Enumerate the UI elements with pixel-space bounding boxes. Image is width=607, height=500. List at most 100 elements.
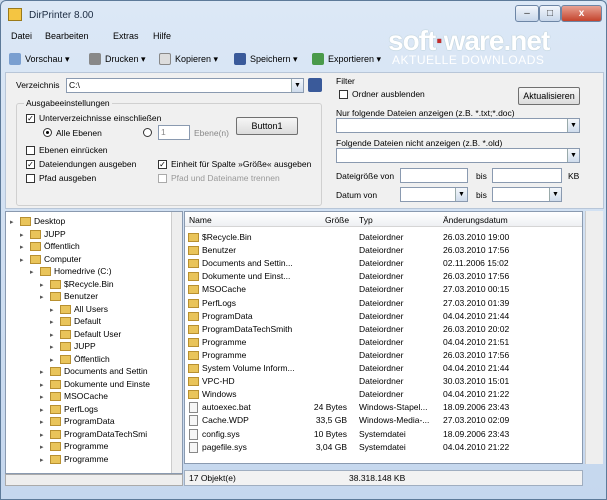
tree-node[interactable]: ▸ $Recycle.Bin xyxy=(40,278,114,290)
col-size[interactable]: Größe xyxy=(325,215,349,225)
verzeichnis-input[interactable]: C:\ ▼ xyxy=(66,78,304,93)
size-to-input[interactable] xyxy=(492,168,562,183)
tree-node[interactable]: ▸ Benutzer xyxy=(40,290,98,302)
einheit-checkbox[interactable]: ✓ xyxy=(158,160,167,169)
table-row[interactable]: Documents and Settin... Dateiordner 02.11.… xyxy=(185,257,582,270)
tree-node[interactable]: ▸ Homedrive (C:) xyxy=(30,265,112,277)
table-row[interactable]: VPC-HD Dateiordner 30.03.2010 15:01 xyxy=(185,375,582,388)
table-row[interactable]: Dokumente und Einst... Dateiordner 26.03.2… xyxy=(185,270,582,283)
tree-node[interactable]: ▸ Default User xyxy=(50,328,121,340)
col-name[interactable]: Name xyxy=(189,215,212,225)
table-row[interactable]: Programme Dateiordner 04.04.2010 21:51 xyxy=(185,336,582,349)
tree-node[interactable]: ▸ ProgramDataTechSmi xyxy=(40,428,147,440)
folder-icon xyxy=(50,379,61,389)
size-from-input[interactable] xyxy=(400,168,468,183)
folder-tree[interactable]: ▸ Desktop ▸ JUPP ▸ Öffentlich ▸ Computer ▸ Homedr… xyxy=(5,211,183,474)
tree-node[interactable]: ▸ Documents and Settin xyxy=(40,365,148,377)
unterverzeichnisse-checkbox[interactable]: ✓ xyxy=(26,114,35,123)
table-row[interactable]: autoexec.bat 24 Bytes Windows-Stapel... 18.… xyxy=(185,401,582,414)
tree-node[interactable]: ▸ Dokumente und Einste xyxy=(40,378,150,390)
table-row[interactable]: $Recycle.Bin Dateiordner 26.03.2010 19:00 xyxy=(185,231,582,244)
tree-node[interactable]: ▸ All Users xyxy=(50,303,108,315)
menu-datei[interactable]: Datei xyxy=(11,31,32,41)
table-row[interactable]: ProgramDataTechSmith Dateiordner 26.03.201… xyxy=(185,323,582,336)
window-title: DirPrinter 8.00 xyxy=(29,10,94,21)
table-row[interactable]: Cache.WDP 33,5 GB Windows-Media-... 27.03.2… xyxy=(185,414,582,427)
chevron-down-icon[interactable]: ▼ xyxy=(291,79,303,92)
folder-icon xyxy=(50,404,61,414)
tree-scrollbar[interactable] xyxy=(171,212,182,473)
maximize-button[interactable]: □ xyxy=(539,5,561,22)
tree-node[interactable]: ▸ Default xyxy=(50,315,101,327)
kopieren-button[interactable]: Kopieren ▾ xyxy=(157,49,218,69)
ebenen-radio[interactable] xyxy=(143,128,152,137)
tree-node[interactable]: ▸ PerfLogs xyxy=(40,403,98,415)
dateiendungen-checkbox[interactable]: ✓ xyxy=(26,160,35,169)
expand-icon[interactable]: ▸ xyxy=(30,267,38,279)
expand-icon[interactable]: ▸ xyxy=(20,255,28,267)
aktualisieren-button[interactable]: Aktualisieren xyxy=(518,87,580,105)
chevron-down-icon[interactable]: ▼ xyxy=(567,149,579,162)
tree-node[interactable]: ▸ Computer xyxy=(20,253,81,265)
tree-node[interactable]: ▸ MSOCache xyxy=(40,390,108,402)
table-row[interactable]: PerfLogs Dateiordner 27.03.2010 01:39 xyxy=(185,297,582,310)
tree-node[interactable]: ▸ JUPP xyxy=(20,228,66,240)
tree-node[interactable]: ▸ Programme xyxy=(40,440,108,452)
file-icon xyxy=(189,415,198,427)
calendar-icon[interactable]: ▼ xyxy=(455,188,467,201)
tree-node[interactable]: ▸ Programme xyxy=(40,453,108,465)
folder-icon xyxy=(188,390,199,400)
tree-node[interactable]: ▸ JUPP xyxy=(50,340,96,352)
minimize-button[interactable]: – xyxy=(515,5,539,22)
ordner-ausblenden-checkbox[interactable] xyxy=(339,90,348,99)
menu-extras[interactable]: Extras xyxy=(113,31,139,41)
date-from-input[interactable]: ▼ xyxy=(400,187,468,202)
tree-node[interactable]: ▸ Öffentlich xyxy=(50,353,110,365)
ebenen-einruecken-checkbox[interactable] xyxy=(26,146,35,155)
folder-icon xyxy=(50,429,61,439)
table-row[interactable]: Programme Dateiordner 26.03.2010 17:56 xyxy=(185,349,582,362)
table-row[interactable]: pagefile.sys 3,04 GB Systemdatei 04.04.2010… xyxy=(185,441,582,454)
button1[interactable]: Button1 xyxy=(236,117,298,135)
file-list[interactable]: Name Größe Typ Änderungsdatum $Recycle.B… xyxy=(184,211,583,464)
col-date[interactable]: Änderungsdatum xyxy=(443,215,508,225)
tree-node[interactable]: ▸ Desktop xyxy=(10,215,65,227)
col-type[interactable]: Typ xyxy=(359,215,373,225)
speichern-button[interactable]: Speichern ▾ xyxy=(232,49,298,69)
chevron-down-icon[interactable]: ▼ xyxy=(567,119,579,132)
folder-icon xyxy=(20,217,31,227)
expand-icon[interactable]: ▸ xyxy=(10,217,18,229)
table-row[interactable]: Windows Dateiordner 04.04.2010 21:22 xyxy=(185,388,582,401)
date-to-input[interactable]: ▼ xyxy=(492,187,562,202)
drucken-button[interactable]: Drucken ▾ xyxy=(87,49,146,69)
menu-bearbeiten[interactable]: Bearbeiten xyxy=(45,31,89,41)
vorschau-button[interactable]: Vorschau ▾ xyxy=(7,49,70,69)
tree-node[interactable]: ▸ ProgramData xyxy=(40,415,115,427)
calendar-icon[interactable]: ▼ xyxy=(549,188,561,201)
close-button[interactable]: x xyxy=(561,5,602,22)
expand-icon[interactable]: ▸ xyxy=(40,455,48,467)
ebenen-stepper[interactable]: 1 xyxy=(158,125,190,140)
table-row[interactable]: MSOCache Dateiordner 27.03.2010 00:15 xyxy=(185,283,582,296)
tree-node[interactable]: ▸ Öffentlich xyxy=(20,240,80,252)
expand-icon[interactable]: ▸ xyxy=(40,292,48,304)
table-row[interactable]: Benutzer Dateiordner 26.03.2010 17:56 xyxy=(185,244,582,257)
menu-hilfe[interactable]: Hilfe xyxy=(153,31,171,41)
tree-horizontal-scrollbar[interactable] xyxy=(5,474,183,486)
table-row[interactable]: System Volume Inform... Dateiordner 04.04.… xyxy=(185,362,582,375)
ausgabe-label: Ausgabeeinstellungen xyxy=(24,98,112,108)
exportieren-button[interactable]: Exportieren ▾ xyxy=(310,49,381,69)
app-window: DirPrinter 8.00 – □ x Datei Bearbeiten E… xyxy=(0,0,607,500)
file-icon xyxy=(189,428,198,440)
table-row[interactable]: config.sys 10 Bytes Systemdatei 18.09.2006 … xyxy=(185,428,582,441)
pfad-checkbox[interactable] xyxy=(26,174,35,183)
pfad-dateiname-checkbox[interactable] xyxy=(158,174,167,183)
exclude-filter-input[interactable]: ▼ xyxy=(336,148,580,163)
alle-ebenen-radio[interactable] xyxy=(43,128,52,137)
include-filter-input[interactable]: ▼ xyxy=(336,118,580,133)
list-scrollbar[interactable] xyxy=(585,211,603,464)
verzeichnis-label: Verzeichnis xyxy=(16,80,60,90)
save-icon[interactable] xyxy=(308,78,322,92)
table-row[interactable]: ProgramData Dateiordner 04.04.2010 21:44 xyxy=(185,310,582,323)
folder-icon xyxy=(188,377,199,387)
